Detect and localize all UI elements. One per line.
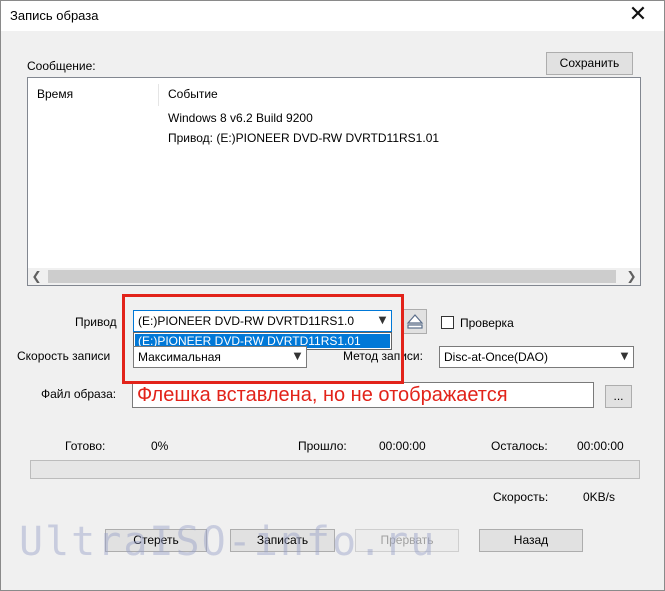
horizontal-scrollbar[interactable]: ❮ ❯ [28, 268, 640, 285]
verify-label[interactable]: Проверка [460, 316, 514, 330]
drive-label: Привод [75, 315, 117, 329]
scroll-right-icon[interactable]: ❯ [623, 268, 640, 285]
eject-button[interactable] [403, 309, 427, 334]
browse-button[interactable]: ... [605, 385, 632, 408]
log-row-event: Привод: (E:)PIONEER DVD-RW DVRTD11RS1.01 [168, 131, 440, 145]
close-icon[interactable]: ✕ [616, 1, 660, 31]
save-button[interactable]: Сохранить [546, 52, 633, 75]
burn-image-dialog: Запись образа ✕ Сообщение: Сохранить Вре… [0, 0, 665, 591]
write-method-select[interactable]: Disc-at-Once(DAO) ▼ [439, 346, 634, 368]
speed-label: Скорость: [493, 490, 549, 504]
write-method-value: Disc-at-Once(DAO) [444, 350, 549, 364]
message-log[interactable]: Время Событие Windows 8 v6.2 Build 9200 … [27, 77, 641, 286]
column-header-event[interactable]: Событие [168, 87, 218, 101]
progress-bar [30, 460, 640, 479]
scroll-left-icon[interactable]: ❮ [28, 268, 45, 285]
write-speed-label: Скорость записи [17, 349, 111, 363]
elapsed-value: 00:00:00 [379, 439, 426, 453]
back-button[interactable]: Назад [479, 529, 583, 552]
column-separator [158, 84, 159, 106]
elapsed-label: Прошло: [298, 439, 347, 453]
remaining-label: Осталось: [491, 439, 548, 453]
eject-icon [406, 314, 424, 329]
scrollbar-thumb[interactable] [48, 270, 616, 283]
ready-value: 0% [151, 439, 169, 453]
window-title: Запись образа [10, 8, 99, 23]
column-header-time[interactable]: Время [37, 87, 73, 101]
speed-value: 0KB/s [583, 490, 616, 504]
highlight-frame [122, 294, 404, 384]
annotation-text: Флешка вставлена, но не отображается [137, 384, 508, 406]
message-label: Сообщение: [27, 59, 96, 73]
log-row-event: Windows 8 v6.2 Build 9200 [168, 111, 313, 125]
ready-label: Готово: [65, 439, 106, 453]
watermark: UltraISO-info.ru [19, 519, 437, 565]
image-file-label: Файл образа: [41, 387, 117, 401]
verify-checkbox[interactable] [441, 316, 454, 329]
chevron-down-icon[interactable]: ▼ [616, 347, 633, 367]
title-bar: Запись образа ✕ [1, 1, 664, 31]
remaining-value: 00:00:00 [577, 439, 624, 453]
